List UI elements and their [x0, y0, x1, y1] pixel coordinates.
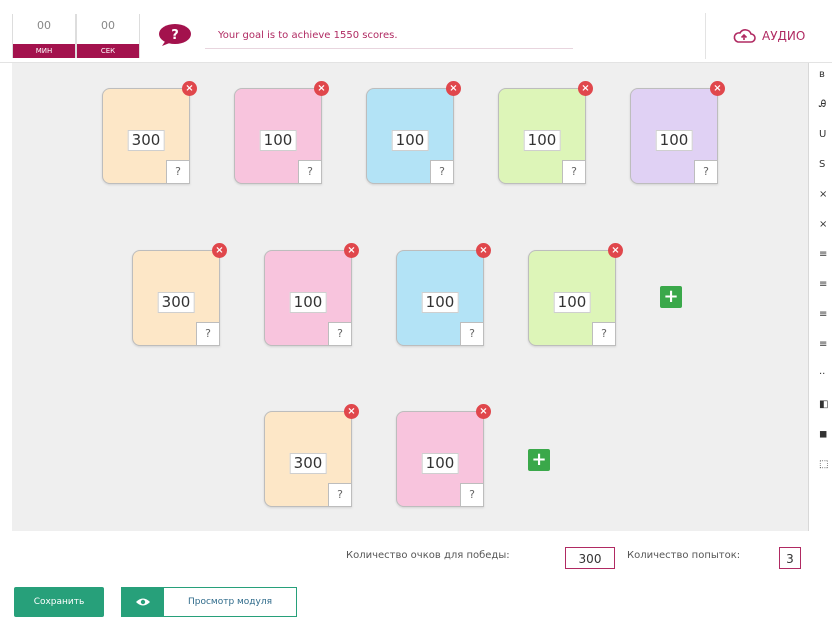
card-score-input[interactable]: 100 — [289, 292, 327, 313]
answer-card[interactable]: 300? × — [102, 81, 197, 184]
card-score-input[interactable]: 100 — [523, 130, 561, 151]
answer-card[interactable]: 100? × — [234, 81, 329, 184]
help-icon[interactable]: ? — [158, 24, 192, 46]
audio-label: АУДИО — [762, 29, 806, 43]
card-question-button[interactable]: ? — [562, 160, 586, 184]
toolbar-button[interactable]: ≡ — [819, 309, 832, 320]
goal-text: Your goal is to achieve 1550 scores. — [218, 30, 398, 41]
seconds-label: СЕК — [77, 44, 139, 58]
toolbar-button[interactable]: ≡ — [819, 279, 832, 290]
card-question-button[interactable]: ? — [328, 483, 352, 507]
card-question-button[interactable]: ? — [328, 322, 352, 346]
preview-module-button[interactable]: Просмотр модуля — [121, 587, 297, 617]
cloud-upload-icon — [733, 29, 756, 43]
minutes-value: 00 — [37, 19, 51, 32]
toolbar-button[interactable]: ·· — [819, 369, 832, 380]
delete-card-icon[interactable]: × — [710, 81, 725, 96]
card-score-input[interactable]: 100 — [421, 453, 459, 474]
toolbar-button[interactable]: × — [819, 189, 832, 200]
card-score-input[interactable]: 100 — [553, 292, 591, 313]
save-button[interactable]: Сохранить — [14, 587, 104, 617]
card-question-button[interactable]: ? — [694, 160, 718, 184]
answer-card[interactable]: 100? × — [264, 243, 359, 346]
format-toolbar: в Ꭿ U Ѕ × × ≡ ≡ ≡ ≡ ·· ◧ ◼ ⬚ — [808, 63, 832, 531]
card-score-input[interactable]: 100 — [259, 130, 297, 151]
toolbar-button[interactable]: ≡ — [819, 339, 832, 350]
win-points-input[interactable]: 300 — [565, 547, 615, 569]
win-points-label: Количество очков для победы: — [346, 550, 510, 561]
toolbar-button[interactable]: ◧ — [819, 399, 832, 410]
timer-seconds: 00 СЕК — [76, 14, 140, 58]
answer-card[interactable]: 100? × — [396, 243, 491, 346]
delete-card-icon[interactable]: × — [344, 404, 359, 419]
delete-card-icon[interactable]: × — [446, 81, 461, 96]
answer-card[interactable]: 100? × — [498, 81, 593, 184]
card-question-button[interactable]: ? — [196, 322, 220, 346]
delete-card-icon[interactable]: × — [476, 243, 491, 258]
svg-text:?: ? — [171, 28, 179, 43]
timer: 00 МИН 00 СЕК — [12, 14, 140, 58]
answer-card[interactable]: 100? × — [528, 243, 623, 346]
card-score-input[interactable]: 300 — [289, 453, 327, 474]
answer-card[interactable]: 100? × — [366, 81, 461, 184]
toolbar-button[interactable]: в — [819, 69, 832, 80]
toolbar-button[interactable]: Ѕ — [819, 159, 832, 170]
delete-card-icon[interactable]: × — [608, 243, 623, 258]
card-score-input[interactable]: 300 — [127, 130, 165, 151]
card-question-button[interactable]: ? — [460, 483, 484, 507]
add-card-button[interactable]: + — [660, 286, 682, 308]
attempts-input[interactable]: 3 — [779, 547, 801, 569]
toolbar-button[interactable]: U — [819, 129, 832, 140]
cards-board: 300? × 100? × 100? × 100? × 100? × 300? × 100? × 100? ×… — [12, 63, 808, 531]
toolbar-button[interactable]: ≡ — [819, 249, 832, 260]
game-editor: 00 МИН 00 СЕК ? Your goal is to achieve … — [0, 0, 832, 621]
preview-label: Просмотр модуля — [187, 597, 273, 607]
audio-button[interactable]: АУДИО — [705, 13, 832, 59]
card-question-button[interactable]: ? — [166, 160, 190, 184]
toolbar-button[interactable]: × — [819, 219, 832, 230]
attempts-label: Количество попыток: — [627, 550, 741, 561]
answer-card[interactable]: 100? × — [396, 404, 491, 507]
delete-card-icon[interactable]: × — [212, 243, 227, 258]
answer-card[interactable]: 300? × — [132, 243, 227, 346]
add-card-button[interactable]: + — [528, 449, 550, 471]
toolbar-button[interactable]: ◼ — [819, 429, 832, 440]
seconds-value: 00 — [101, 19, 115, 32]
timer-minutes: 00 МИН — [12, 14, 76, 58]
header: 00 МИН 00 СЕК ? Your goal is to achieve … — [0, 0, 832, 63]
delete-card-icon[interactable]: × — [578, 81, 593, 96]
delete-card-icon[interactable]: × — [344, 243, 359, 258]
delete-card-icon[interactable]: × — [182, 81, 197, 96]
card-score-input[interactable]: 100 — [421, 292, 459, 313]
card-score-input[interactable]: 100 — [391, 130, 429, 151]
toolbar-button[interactable]: ⬚ — [819, 459, 832, 470]
card-question-button[interactable]: ? — [298, 160, 322, 184]
answer-card[interactable]: 300? × — [264, 404, 359, 507]
card-score-input[interactable]: 300 — [157, 292, 195, 313]
goal-divider — [205, 48, 573, 49]
eye-icon — [122, 588, 164, 616]
card-score-input[interactable]: 100 — [655, 130, 693, 151]
delete-card-icon[interactable]: × — [314, 81, 329, 96]
card-question-button[interactable]: ? — [460, 322, 484, 346]
minutes-label: МИН — [13, 44, 75, 58]
answer-card[interactable]: 100? × — [630, 81, 725, 184]
card-question-button[interactable]: ? — [430, 160, 454, 184]
toolbar-button[interactable]: Ꭿ — [819, 99, 832, 110]
card-question-button[interactable]: ? — [592, 322, 616, 346]
delete-card-icon[interactable]: × — [476, 404, 491, 419]
